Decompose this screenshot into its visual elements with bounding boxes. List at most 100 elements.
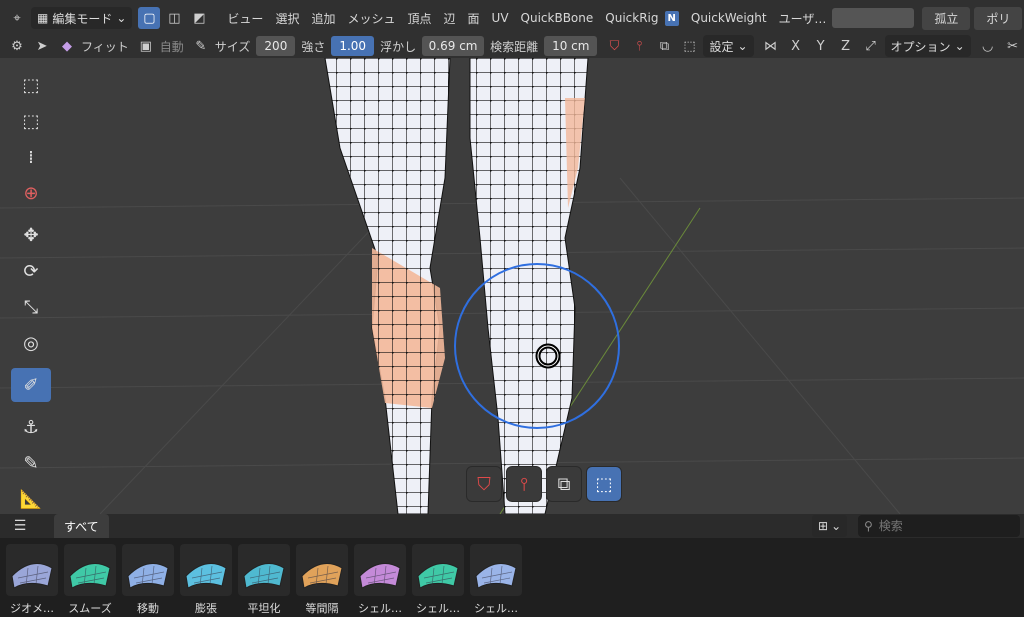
tool-wrench-icon[interactable]: ✂ xyxy=(1002,35,1024,57)
grid-view-icon: ⊞ xyxy=(818,519,829,533)
pin-icon[interactable]: ⫯ xyxy=(506,466,542,502)
snap-icon[interactable]: ⤢ xyxy=(860,35,882,57)
addon-badge: N xyxy=(664,10,679,26)
selection-icon[interactable]: ⬚ xyxy=(678,35,700,57)
asset-item[interactable]: 膨張 xyxy=(178,544,234,617)
asset-item[interactable]: シェル… xyxy=(468,544,524,617)
asset-item[interactable]: 移動 xyxy=(120,544,176,617)
face-select-icon[interactable]: ◩ xyxy=(188,7,210,29)
pin-icon[interactable]: ⫯ xyxy=(628,35,650,57)
brush-thumbnail-icon xyxy=(470,544,522,596)
tool-settings-bar: ⚙ ➤ ◆ フィット ▣ 自動 ✎ サイズ 200 強さ 1.00 浮かし 0.… xyxy=(0,34,1024,58)
asset-label: シェル… xyxy=(474,602,518,615)
transform-pivot-icon[interactable]: ⌖ xyxy=(6,7,28,29)
butterfly-icon[interactable]: ⋈ xyxy=(760,35,782,57)
annotate-icon[interactable]: ✎ xyxy=(11,446,51,480)
select-lasso-icon[interactable]: ⁞ xyxy=(11,140,51,174)
menu-mesh[interactable]: メッシュ xyxy=(341,10,401,27)
strength-field[interactable]: 1.00 xyxy=(331,36,375,56)
shield-icon[interactable]: ⛉ xyxy=(466,466,502,502)
vertex-select-icon[interactable]: ▢ xyxy=(138,7,161,29)
asset-label: スムーズ xyxy=(68,602,112,615)
layer-toggles[interactable] xyxy=(832,8,915,28)
brush-thumbnail-icon xyxy=(6,544,58,596)
menu-view[interactable]: ビュー xyxy=(221,10,269,27)
asset-item[interactable]: シェル… xyxy=(352,544,408,617)
scale-icon[interactable]: ⤡ xyxy=(11,290,51,324)
transform-icon[interactable]: ◎ xyxy=(11,326,51,360)
menu-isolate[interactable]: 孤立 xyxy=(922,6,971,30)
tab-all[interactable]: すべて xyxy=(54,514,109,538)
menu-quickweight[interactable]: QuickWeight xyxy=(685,11,773,25)
menu-face[interactable]: 面 xyxy=(462,10,486,27)
brush-thumbnail-icon xyxy=(354,544,406,596)
move-icon[interactable]: ✥ xyxy=(11,218,51,252)
mirror-x-toggle[interactable]: X xyxy=(785,35,807,57)
search-input[interactable] xyxy=(878,519,999,533)
menu-quickbbone[interactable]: QuickBBone xyxy=(515,11,600,25)
edge-select-icon[interactable]: ◫ xyxy=(163,7,185,29)
mask-icon[interactable]: ⧉ xyxy=(653,35,675,57)
asset-item[interactable]: 等間隔 xyxy=(294,544,350,617)
asset-label: 移動 xyxy=(137,602,159,615)
menu-poly[interactable]: ポリ xyxy=(974,6,1023,30)
asset-item[interactable]: 平坦化 xyxy=(236,544,292,617)
hamburger-menu-icon[interactable]: ☰ xyxy=(0,518,40,534)
mirror-y-toggle[interactable]: Y xyxy=(810,35,832,57)
menu-quickrig[interactable]: QuickRig xyxy=(599,11,664,25)
asset-label: 膨張 xyxy=(195,602,217,615)
strength-label: 強さ xyxy=(301,39,326,54)
chevron-down-icon: ⌄ xyxy=(831,519,842,533)
header-menubar: ⌖ ▦ 編集モード ⌄ ▢ ◫ ◩ ビュー 選択 追加 メッシュ 頂点 辺 面 UV… xyxy=(0,0,1024,36)
brush-thumbnail-icon xyxy=(296,544,348,596)
menu-add[interactable]: 追加 xyxy=(305,10,341,27)
float-label: 浮かし xyxy=(380,39,417,54)
settings-label: 設定 xyxy=(709,39,734,54)
brush-thumbnail-icon xyxy=(238,544,290,596)
float-field[interactable]: 0.69 cm xyxy=(422,36,485,56)
bone-tool-icon[interactable]: ⚓ xyxy=(11,410,51,444)
search-distance-field[interactable]: 10 cm xyxy=(544,36,598,56)
select-cursor-icon[interactable]: ➤ xyxy=(31,35,53,57)
options-dropdown[interactable]: オプション ⌄ xyxy=(884,35,971,57)
mode-dropdown[interactable]: ▦ 編集モード ⌄ xyxy=(31,7,133,29)
falloff-curve-icon[interactable]: ◡ xyxy=(977,35,999,57)
menu-vertex[interactable]: 頂点 xyxy=(401,10,437,27)
asset-search[interactable]: ⚲ xyxy=(858,515,1020,537)
menu-uv[interactable]: UV xyxy=(486,11,515,25)
view-toggle[interactable]: ⊞ ⌄ xyxy=(812,515,848,537)
mode-icon: ▦ xyxy=(37,11,49,25)
cursor-3d-icon[interactable]: ⊕ xyxy=(11,176,51,210)
selection-icon[interactable]: ⬚ xyxy=(586,466,622,502)
menu-edge[interactable]: 辺 xyxy=(438,10,462,27)
auto-label: 自動 xyxy=(159,39,184,54)
asset-item[interactable]: ジオメ… xyxy=(4,544,60,617)
brush-name[interactable]: フィット xyxy=(81,38,129,55)
chevron-down-icon: ⌄ xyxy=(737,39,748,53)
brush-tool-icon[interactable]: ✐ xyxy=(11,368,51,402)
menu-user[interactable]: ユーザ… xyxy=(773,10,833,27)
menu-select[interactable]: 選択 xyxy=(269,10,305,27)
asset-label: 平坦化 xyxy=(247,602,281,615)
asset-item[interactable]: シェル… xyxy=(410,544,466,617)
rotate-icon[interactable]: ⟳ xyxy=(11,254,51,288)
size-field[interactable]: 200 xyxy=(256,36,296,56)
measure-icon[interactable]: 📐 xyxy=(11,482,51,516)
size-label: サイズ xyxy=(214,39,251,54)
select-box-icon[interactable]: ⬚ xyxy=(11,68,51,102)
asset-label: ジオメ… xyxy=(10,602,54,615)
brush-settings-icon[interactable]: ⚙ xyxy=(6,35,28,57)
chevron-down-icon: ⌄ xyxy=(116,11,127,25)
auto-frame-icon[interactable]: ▣ xyxy=(135,35,157,57)
mirror-z-toggle[interactable]: Z xyxy=(835,35,857,57)
3d-viewport[interactable] xyxy=(0,58,1024,514)
asset-label: 等間隔 xyxy=(305,602,339,615)
mask-icon[interactable]: ⧉ xyxy=(546,466,582,502)
shield-icon[interactable]: ⛉ xyxy=(603,35,625,57)
settings-dropdown[interactable]: 設定 ⌄ xyxy=(703,35,754,57)
options-label: オプション xyxy=(890,39,951,54)
select-cursor-box-icon[interactable]: ⬚ xyxy=(11,104,51,138)
eyedropper-icon[interactable]: ✎ xyxy=(190,35,212,57)
asset-item[interactable]: スムーズ xyxy=(62,544,118,617)
brush-thumbnail-icon xyxy=(180,544,232,596)
